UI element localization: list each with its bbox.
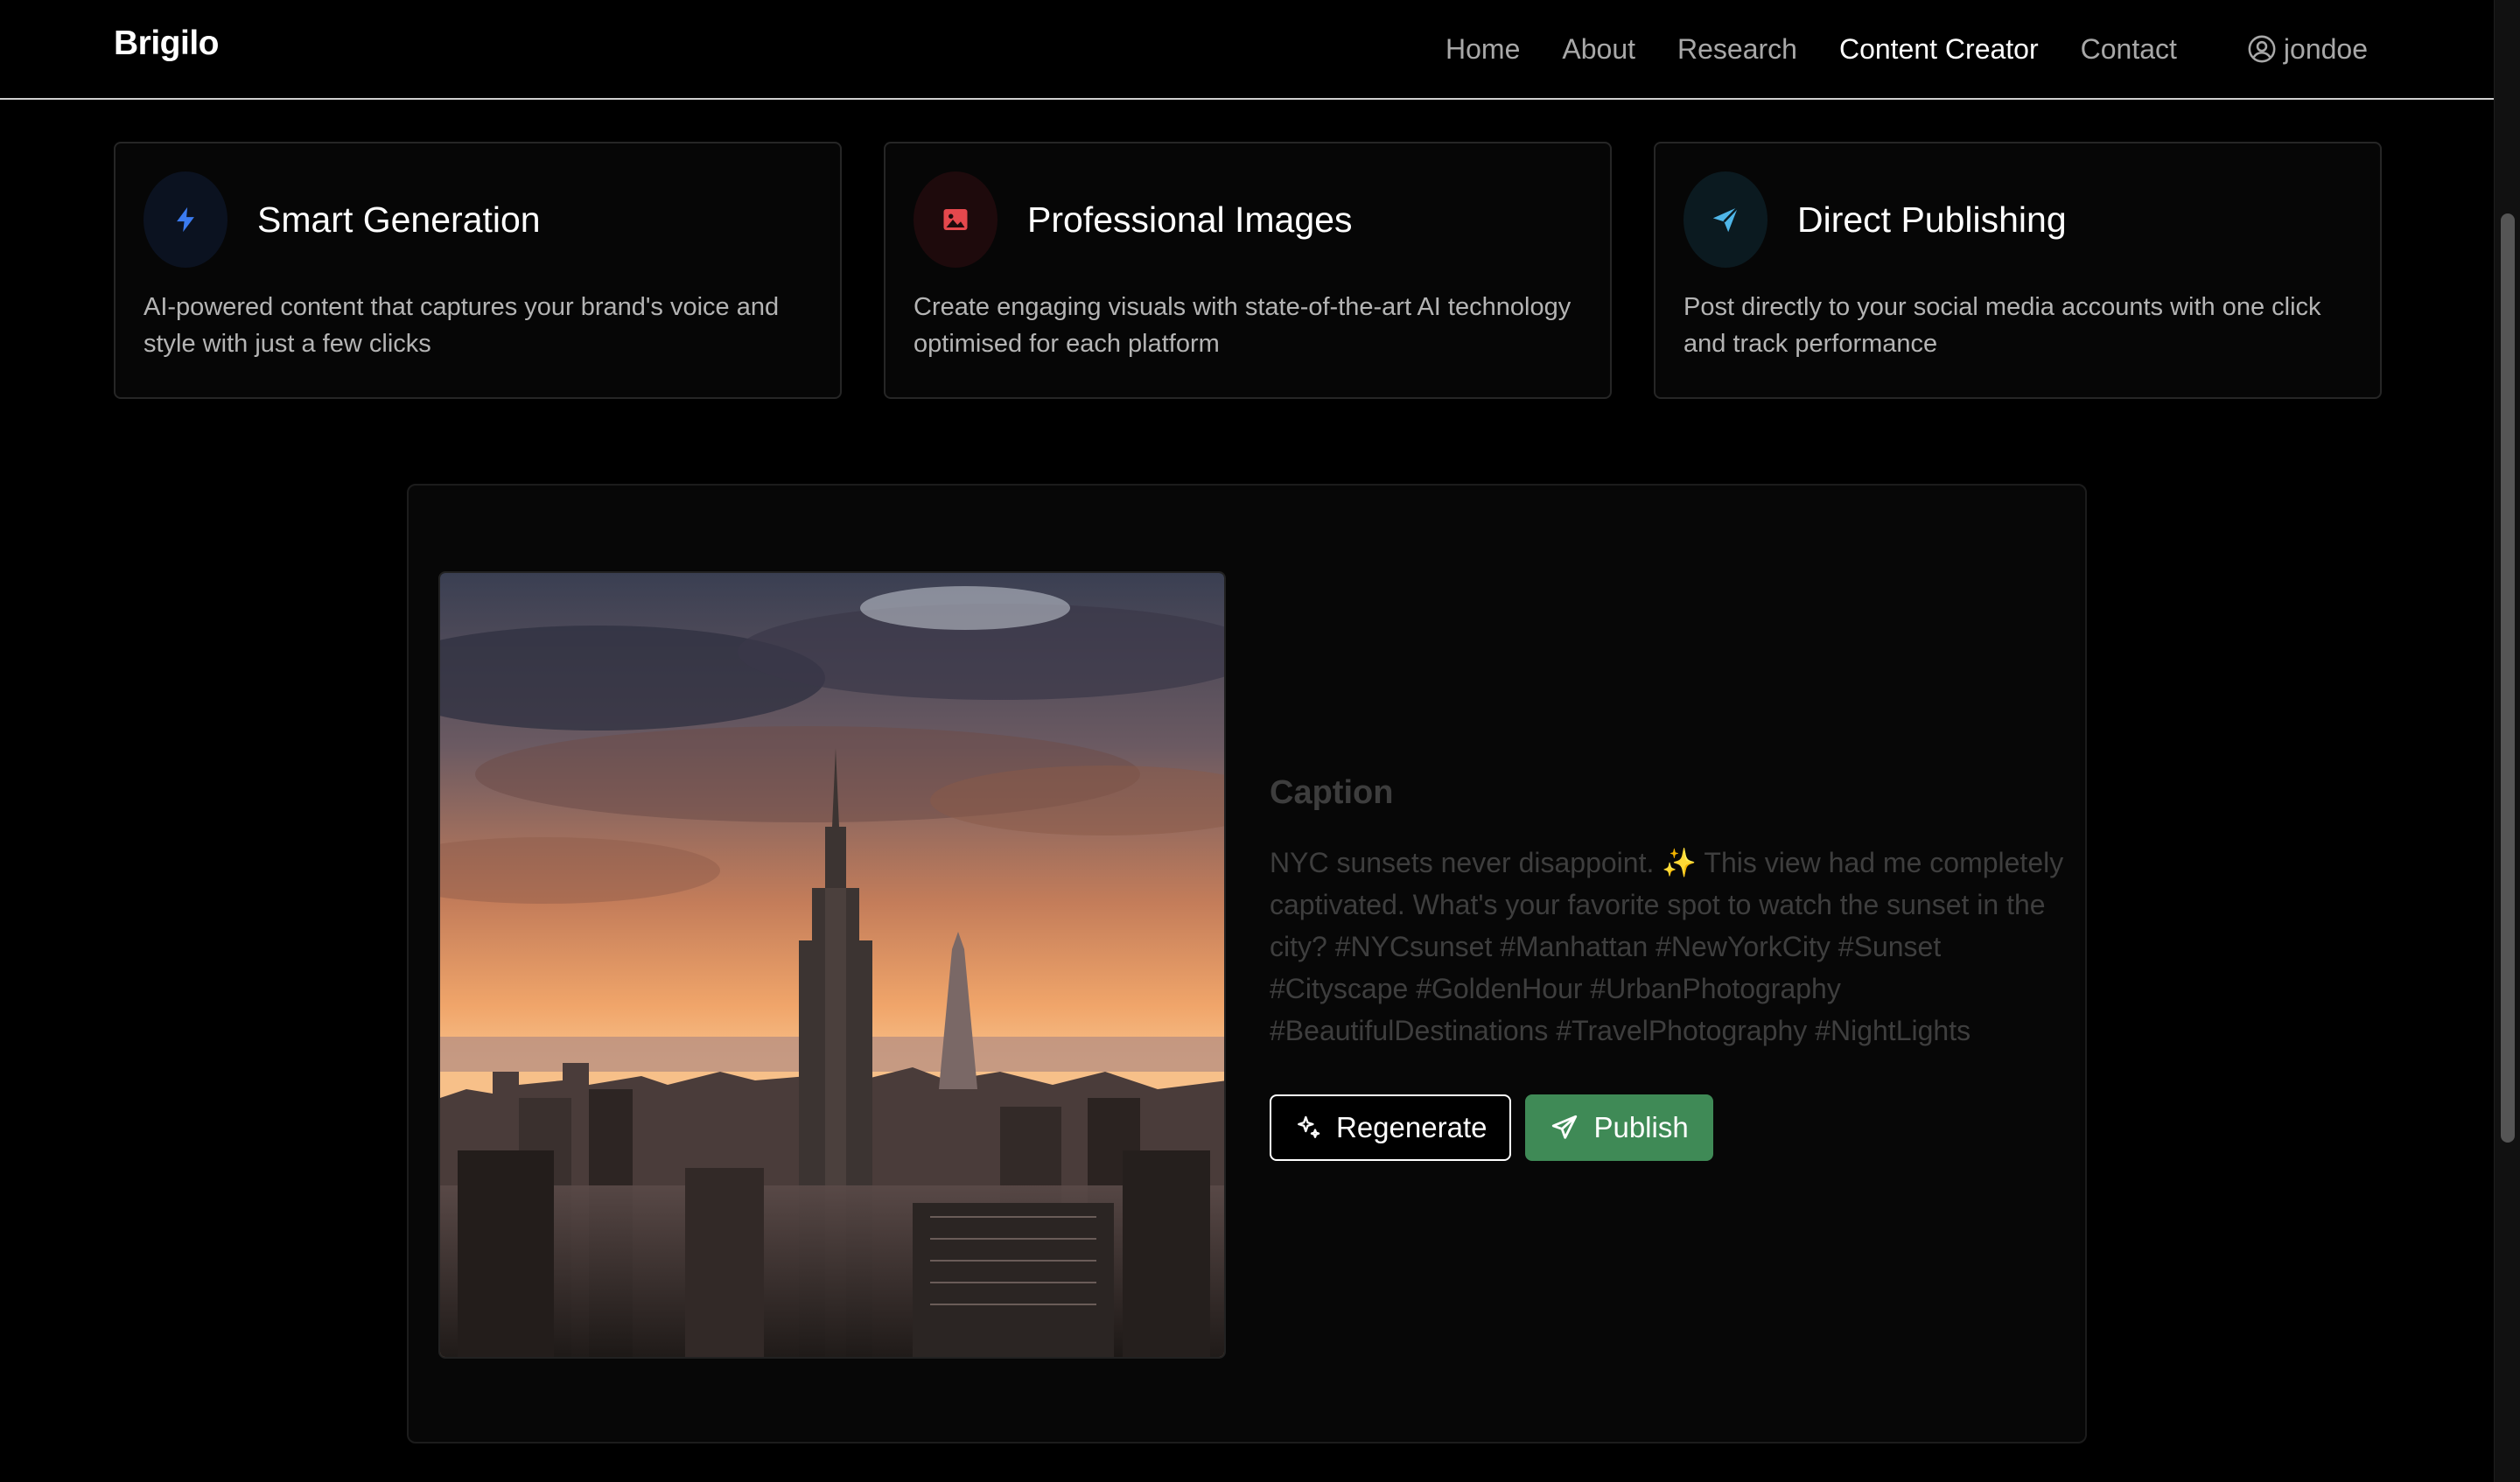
city-skyline-photo <box>440 573 1224 1357</box>
feature-card-smart-generation: Smart Generation AI-powered content that… <box>114 142 842 399</box>
feature-card-professional-images: Professional Images Create engaging visu… <box>884 142 1612 399</box>
caption-area: Caption NYC sunsets never disappoint. ✨ … <box>1270 774 2075 1052</box>
user-circle-icon <box>2248 35 2276 63</box>
nav-about[interactable]: About <box>1562 33 1635 66</box>
content-creator-page: Brigilo Home About Research Content Crea… <box>0 0 2520 1482</box>
caption-text[interactable]: NYC sunsets never disappoint. ✨ This vie… <box>1270 842 2075 1052</box>
feature-description: Post directly to your social media accou… <box>1684 293 2321 358</box>
regenerate-label: Regenerate <box>1336 1111 1488 1143</box>
action-buttons: Regenerate Publish <box>1270 1094 1713 1161</box>
generated-image[interactable] <box>438 571 1226 1359</box>
regenerate-button[interactable]: Regenerate <box>1270 1094 1512 1161</box>
sparkles-icon <box>1298 1115 1320 1138</box>
feature-description: AI-powered content that captures your br… <box>144 293 780 358</box>
caption-label: Caption <box>1270 774 1394 811</box>
features-row: Smart Generation AI-powered content that… <box>114 142 2382 399</box>
username: jondoe <box>2283 32 2368 65</box>
nav-links: Home About Research Content Creator Cont… <box>1404 0 2494 98</box>
user-menu[interactable]: jondoe <box>2247 33 2368 66</box>
brand-logo[interactable]: Brigilo <box>114 24 220 63</box>
navbar: Brigilo Home About Research Content Crea… <box>0 0 2494 100</box>
feature-description: Create engaging visuals with state-of-th… <box>914 293 1572 358</box>
nav-research[interactable]: Research <box>1677 33 1797 66</box>
feature-title: Direct Publishing <box>1797 199 2067 240</box>
publish-label: Publish <box>1593 1111 1689 1143</box>
nav-content-creator[interactable]: Content Creator <box>1839 33 2039 66</box>
generated-content-card: Caption NYC sunsets never disappoint. ✨ … <box>407 484 2087 1444</box>
publish-button[interactable]: Publish <box>1525 1094 1713 1161</box>
feature-card-direct-publishing: Direct Publishing Post directly to your … <box>1654 142 2382 399</box>
nav-contact[interactable]: Contact <box>2081 33 2177 66</box>
scrollbar-thumb[interactable] <box>2501 213 2515 1143</box>
send-icon <box>1684 171 1768 268</box>
send-icon <box>1552 1115 1578 1139</box>
image-icon <box>914 171 998 268</box>
scrollbar[interactable] <box>2494 0 2520 1482</box>
lightning-icon <box>144 171 228 268</box>
feature-title: Smart Generation <box>257 199 541 240</box>
nav-home[interactable]: Home <box>1446 33 1520 66</box>
feature-title: Professional Images <box>1027 199 1353 240</box>
